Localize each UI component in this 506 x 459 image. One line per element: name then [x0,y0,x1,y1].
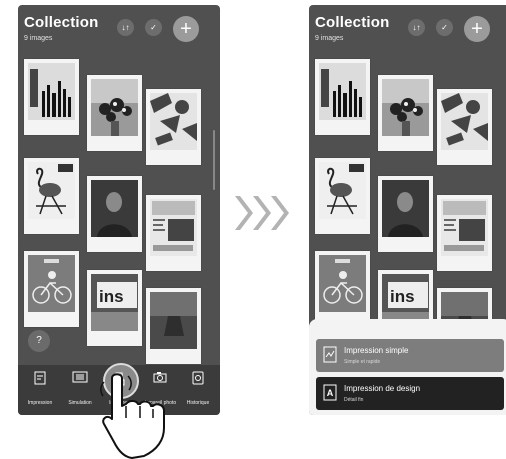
photo-flamingo-chair[interactable] [24,158,79,234]
photo-thumbnail [150,292,197,349]
photo-thumbnail [28,255,75,312]
impression-icon [34,371,46,385]
photo-bike-poster[interactable] [315,251,370,327]
simulation-icon [72,371,88,383]
select-button[interactable]: ✓ [145,19,162,36]
photo-thumbnail [319,63,366,120]
photo-room[interactable] [146,288,201,364]
history-icon [192,371,204,385]
help-button[interactable]: ? [28,330,50,352]
design-print-icon: A [323,384,337,401]
photo-bouquet[interactable] [87,75,142,151]
option-title: Impression simple [344,346,409,355]
photo-thumbnail [319,255,366,312]
tap-hand-icon [100,373,165,459]
svg-text:ins: ins [390,287,415,306]
design-print-option[interactable]: A Impression de design Détail fin [316,377,504,410]
photo-thumbnail: ins [91,274,138,331]
photo-graphic-shapes[interactable] [437,89,492,165]
photo-thumbnail [441,199,488,256]
collection-screen-after: Collection 9 images ↓↑ ✓ + ins Impressio… [309,5,506,415]
collection-title: Collection [315,14,390,31]
photo-barcode-poster[interactable] [315,59,370,135]
tab-label: Simulation [68,400,92,406]
svg-text:ins: ins [99,287,124,306]
photo-man-portrait[interactable] [378,176,433,252]
sort-button[interactable]: ↓↑ [117,19,134,36]
photo-thumbnail [150,199,197,256]
photo-thumbnail [441,93,488,150]
photo-graphic-shapes[interactable] [146,89,201,165]
triple-chevron-arrow-icon [235,196,289,230]
photo-bouquet[interactable] [378,75,433,151]
photo-thumbnail [319,162,366,219]
sort-icon: ↓↑ [412,23,421,32]
photo-man-portrait[interactable] [87,176,142,252]
collection-screen-before: Collection 9 images ↓↑ ✓ + ins ? Impress… [18,5,220,415]
photo-thumbnail [150,93,197,150]
add-button[interactable]: + [464,16,490,42]
scrollbar[interactable] [213,130,215,190]
photo-magazine-page[interactable] [146,195,201,271]
image-count: 9 images [24,35,53,42]
collection-title: Collection [24,14,99,31]
option-title: Impression de design [344,384,421,393]
select-button[interactable]: ✓ [436,19,453,36]
tab-label: Impression [27,400,53,406]
tab-historique[interactable]: Historique [180,371,216,409]
photo-barcode-poster[interactable] [24,59,79,135]
check-icon: ✓ [441,23,448,32]
option-subtitle: Simple et rapide [344,359,381,365]
photo-flamingo-chair[interactable] [315,158,370,234]
add-button[interactable]: + [173,16,199,42]
tab-simulation[interactable]: Simulation [62,371,98,409]
photo-thumbnail [382,79,429,136]
photo-thumbnail [91,180,138,237]
print-options-sheet: Impression simple Simple et rapide A Imp… [309,319,506,415]
photo-thumbnail [382,180,429,237]
photo-thumbnail [28,162,75,219]
photo-inst-sign[interactable]: ins [87,270,142,346]
option-subtitle: Détail fin [344,397,364,403]
svg-text:A: A [327,388,334,398]
sort-icon: ↓↑ [121,23,130,32]
plus-icon: + [471,18,483,40]
plus-icon: + [180,18,192,40]
sort-button[interactable]: ↓↑ [408,19,425,36]
photo-thumbnail [91,79,138,136]
image-count: 9 images [315,35,344,42]
tab-label: Historique [186,400,210,406]
check-icon: ✓ [150,23,157,32]
simple-print-option[interactable]: Impression simple Simple et rapide [316,339,504,372]
photo-bike-poster[interactable] [24,251,79,327]
photo-thumbnail [28,63,75,120]
simple-print-icon [323,346,337,363]
tab-impression[interactable]: Impression [22,371,58,409]
photo-magazine-page[interactable] [437,195,492,271]
